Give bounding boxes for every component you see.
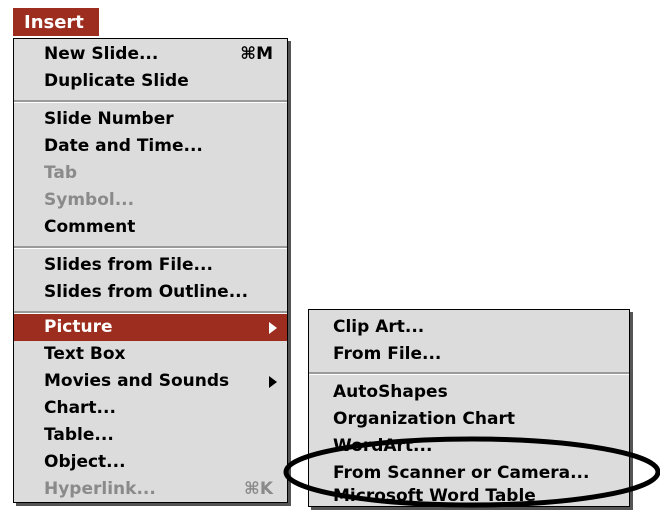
menu-item-slides-from-file[interactable]: Slides from File... (14, 252, 287, 279)
menu-separator (309, 372, 629, 375)
menu-item-label: Chart... (44, 398, 116, 418)
submenu-item-microsoft-word-table[interactable]: Microsoft Word Table (309, 483, 629, 510)
menu-item-tab: Tab (14, 160, 287, 187)
menu-item-new-slide[interactable]: New Slide... ⌘M (14, 41, 287, 68)
submenu-arrow-icon (269, 376, 277, 388)
menu-item-slides-from-outline[interactable]: Slides from Outline... (14, 279, 287, 306)
menu-item-label: Slide Number (44, 109, 174, 129)
menu-item-table[interactable]: Table... (14, 422, 287, 449)
menu-item-label: AutoShapes (333, 382, 448, 402)
menu-item-duplicate-slide[interactable]: Duplicate Slide (14, 68, 287, 95)
shortcut-label: ⌘M (240, 44, 273, 64)
submenu-item-organization-chart[interactable]: Organization Chart (309, 406, 629, 433)
submenu-item-wordart[interactable]: WordArt... (309, 433, 629, 460)
menu-item-picture[interactable]: Picture (14, 314, 287, 341)
menu-item-label: Hyperlink... (44, 479, 156, 499)
menu-item-label: From File... (333, 344, 442, 364)
submenu-arrow-icon (269, 322, 277, 334)
insert-menu-title[interactable]: Insert (13, 8, 99, 36)
shortcut-label: ⌘K (244, 479, 273, 499)
menu-separator (14, 100, 287, 103)
menu-item-label: WordArt... (333, 436, 433, 456)
menu-item-label: Slides from Outline... (44, 282, 249, 302)
menu-item-label: Movies and Sounds (44, 371, 230, 391)
menu-item-label: Date and Time... (44, 136, 203, 156)
picture-submenu: Clip Art... From File... AutoShapes Orga… (308, 309, 630, 507)
menu-item-label: Clip Art... (333, 317, 425, 337)
menu-item-label: Text Box (44, 344, 126, 364)
menu-item-hyperlink: Hyperlink... ⌘K (14, 476, 287, 503)
menu-item-label-clipped: WordArt... (333, 433, 432, 460)
menu-item-label: New Slide... (44, 44, 159, 64)
menu-item-text-box[interactable]: Text Box (14, 341, 287, 368)
menu-item-label: Picture (44, 317, 113, 337)
submenu-item-autoshapes[interactable]: AutoShapes (309, 379, 629, 406)
menu-item-object[interactable]: Object... (14, 449, 287, 476)
menu-item-label: From Scanner or Camera... (333, 463, 590, 483)
menu-item-symbol: Symbol... (14, 187, 287, 214)
menu-item-label: Symbol... (44, 190, 135, 210)
menu-item-label: Comment (44, 217, 136, 237)
menu-item-label: Slides from File... (44, 255, 213, 275)
menu-item-label: Microsoft Word Table (333, 486, 536, 506)
menu-item-label: Table... (44, 425, 114, 445)
submenu-item-from-file[interactable]: From File... (309, 341, 629, 368)
menu-item-comment[interactable]: Comment (14, 214, 287, 241)
menu-item-label: Tab (44, 163, 78, 183)
submenu-item-clip-art[interactable]: Clip Art... (309, 314, 629, 341)
menu-item-slide-number[interactable]: Slide Number (14, 106, 287, 133)
insert-menu: New Slide... ⌘M Duplicate Slide Slide Nu… (13, 38, 288, 503)
menu-item-label: Object... (44, 452, 126, 472)
menu-item-label: Organization Chart (333, 409, 515, 429)
menu-item-date-and-time[interactable]: Date and Time... (14, 133, 287, 160)
menu-item-movies-and-sounds[interactable]: Movies and Sounds (14, 368, 287, 395)
menu-separator (14, 246, 287, 249)
menu-item-chart[interactable]: Chart... (14, 395, 287, 422)
menu-item-label: Duplicate Slide (44, 71, 189, 91)
